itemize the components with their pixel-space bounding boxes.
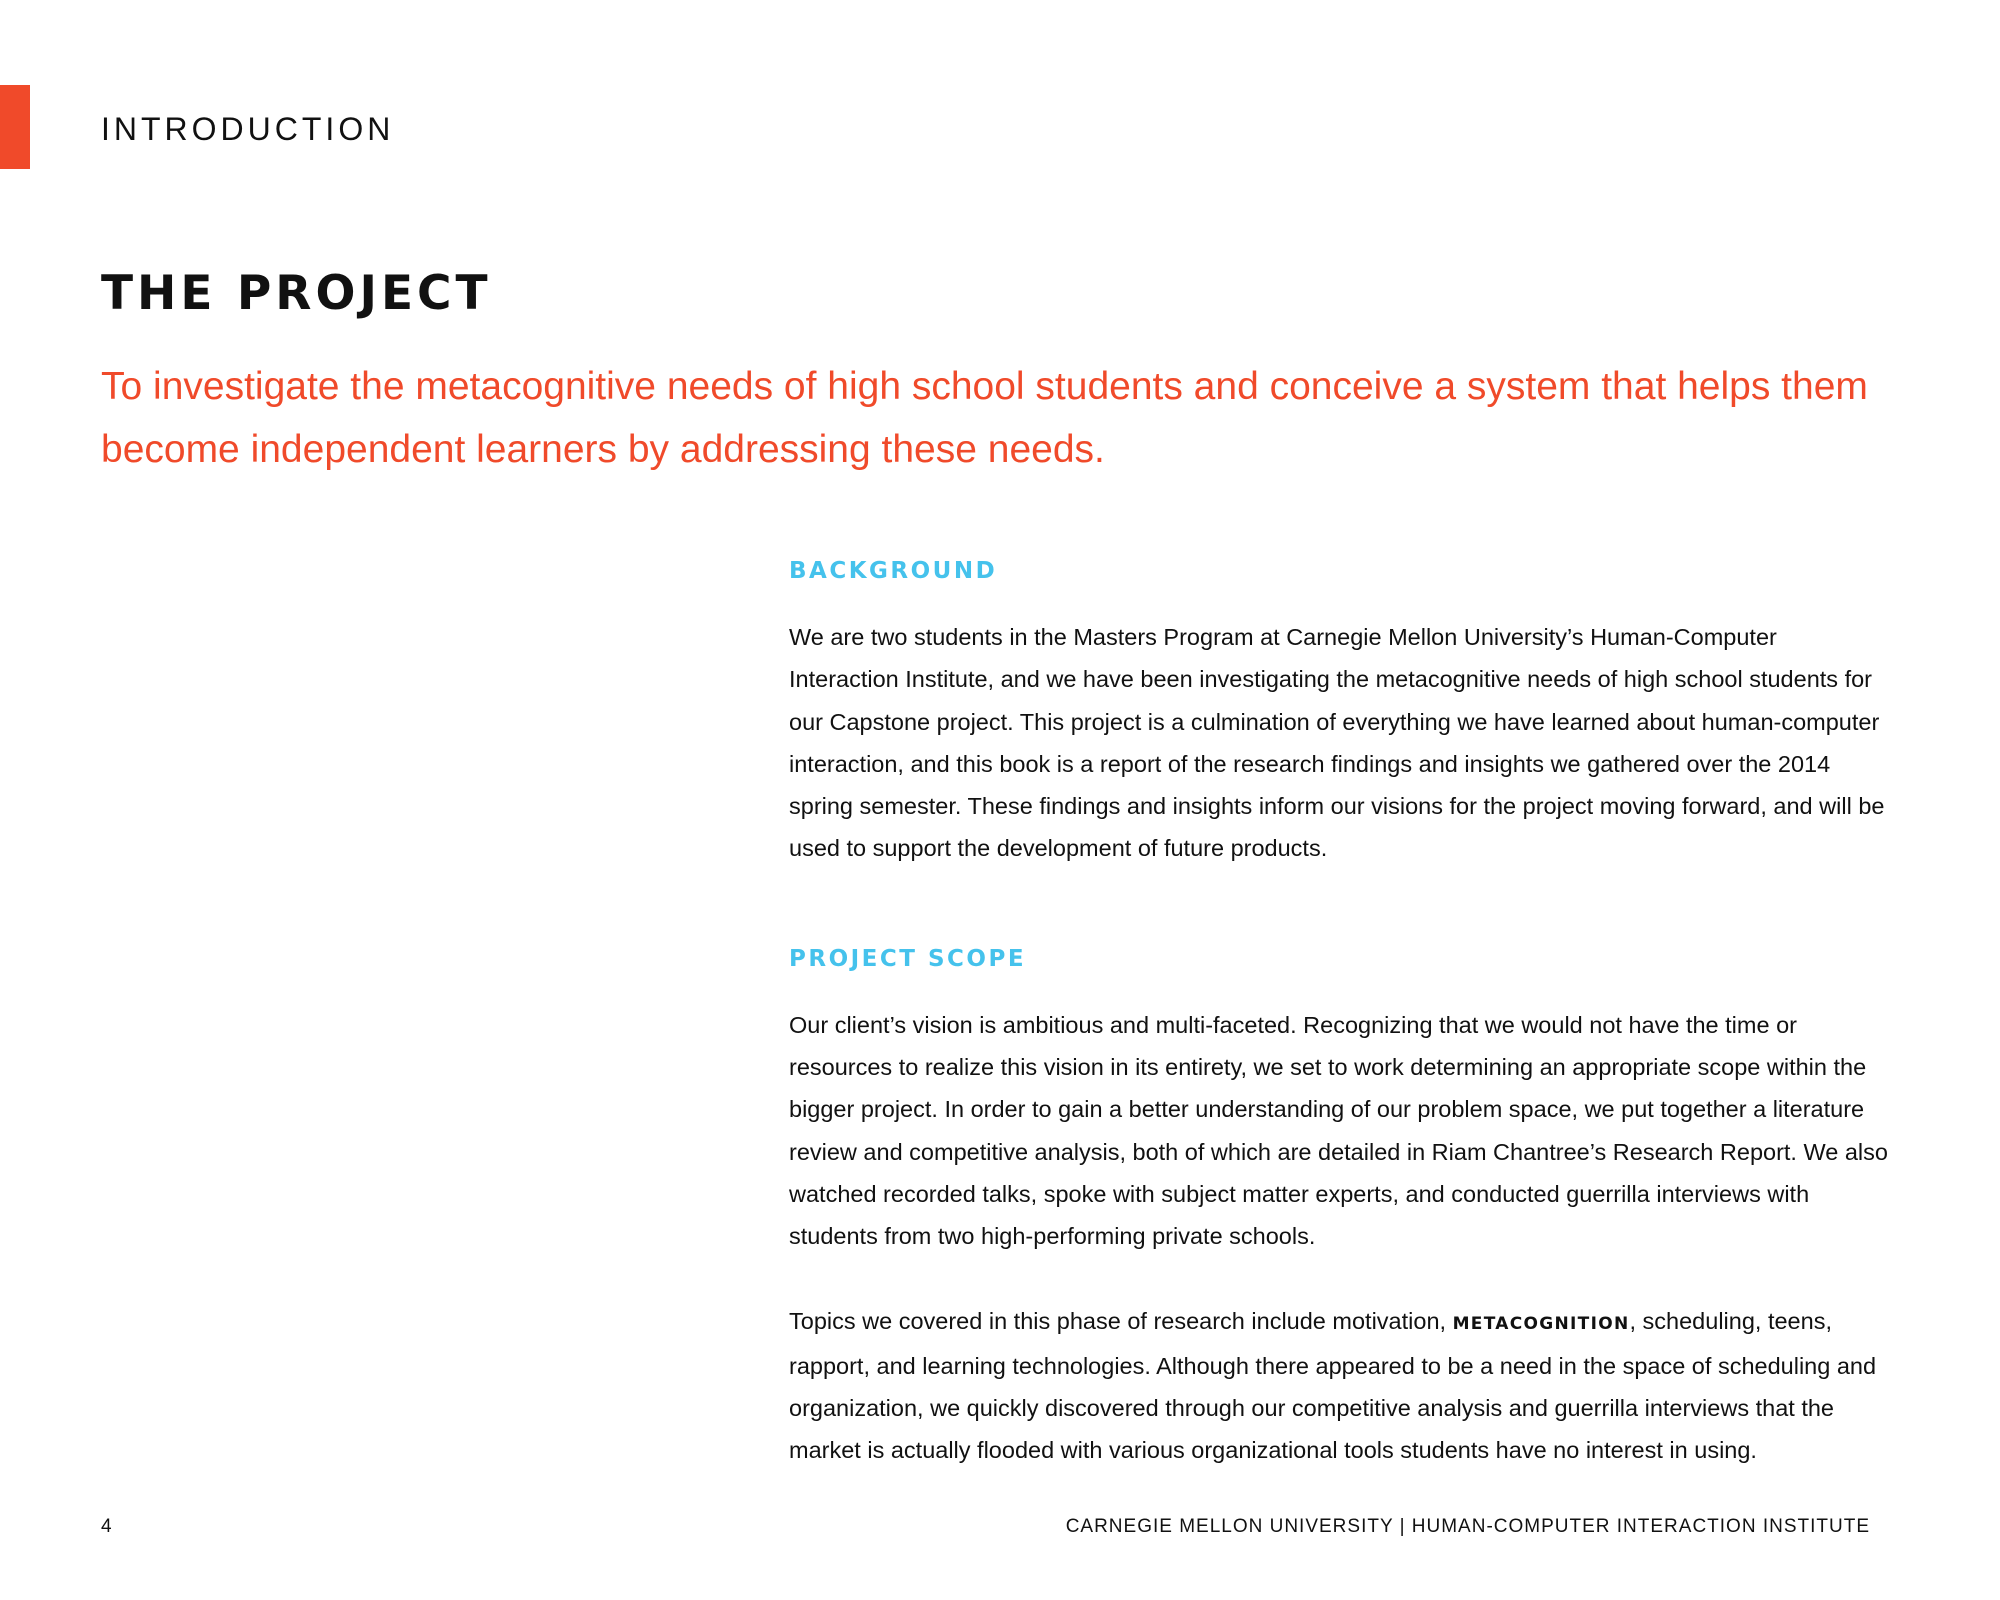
project-scope-section: PROJECT SCOPE Our client’s vision is amb… <box>789 946 1889 1472</box>
background-paragraph: We are two students in the Masters Progr… <box>789 624 1885 862</box>
section-accent-bar <box>0 85 30 169</box>
mission-statement: To investigate the metacognitive needs o… <box>101 365 1868 471</box>
background-section: BACKGROUND We are two students in the Ma… <box>789 558 1889 870</box>
footer-credit: CARNEGIE MELLON UNIVERSITY | HUMAN-COMPU… <box>1065 1516 1870 1537</box>
topics-paragraph: Topics we covered in this phase of resea… <box>789 1300 1889 1472</box>
topics-text-start: Topics we covered in this phase of resea… <box>789 1307 1453 1334</box>
metacognition-term: METACOGNITION <box>1452 1313 1630 1334</box>
project-scope-heading: PROJECT SCOPE <box>789 945 1027 972</box>
main-content: BACKGROUND We are two students in the Ma… <box>789 558 1889 1472</box>
page-title: THE PROJECT <box>101 266 492 321</box>
project-scope-paragraph: Our client’s vision is ambitious and mul… <box>789 1011 1888 1250</box>
page-number: 4 <box>101 1516 112 1537</box>
section-label: INTRODUCTION <box>101 111 395 147</box>
background-heading: BACKGROUND <box>789 558 998 584</box>
